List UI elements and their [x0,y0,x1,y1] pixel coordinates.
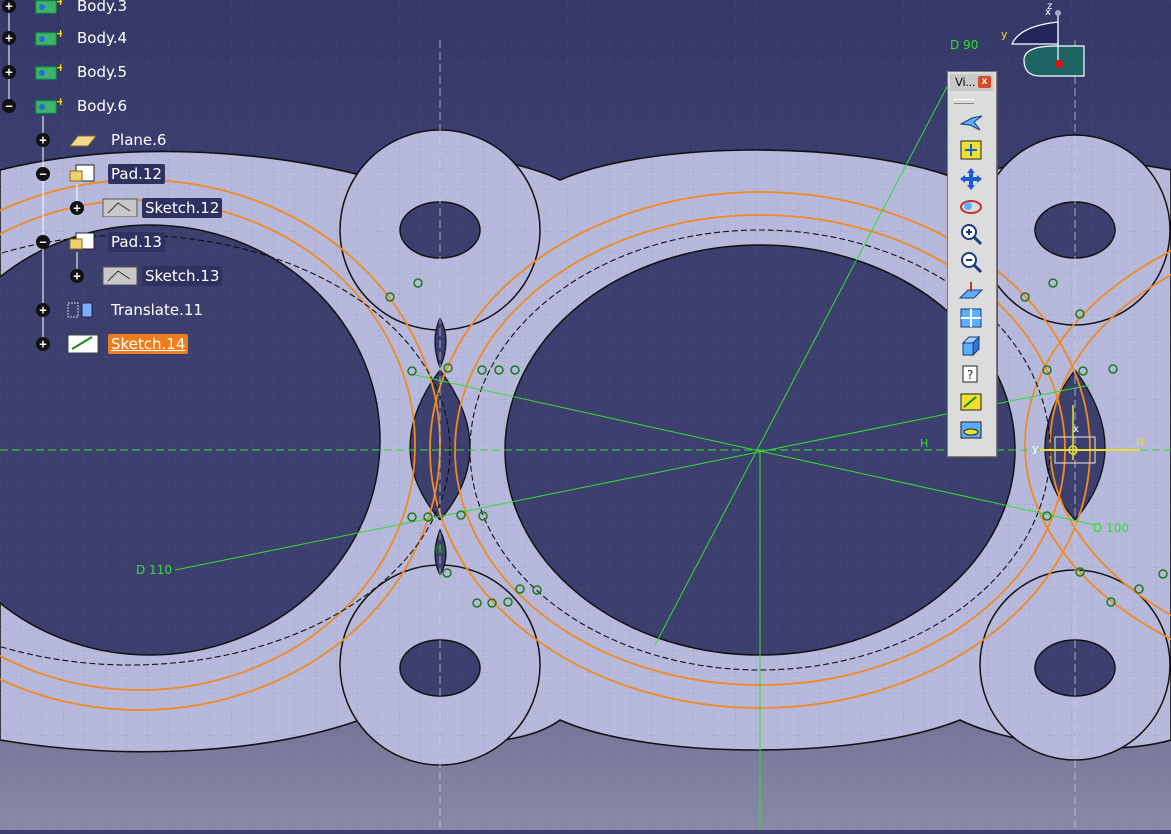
axis-label-y: y [1032,442,1039,455]
sketch-icon [67,334,99,353]
svg-text:?: ? [967,368,973,382]
zoom-in-icon[interactable] [958,222,984,246]
dimension-d100[interactable]: D 100 [1093,521,1129,535]
tree-item-label[interactable]: Pad.12 [108,164,165,184]
sketch-icon [102,266,138,285]
tree-item-label[interactable]: Sketch.12 [142,198,223,218]
view-toolbar[interactable]: Vi... x ? [947,71,997,457]
close-icon[interactable]: x [978,76,991,88]
toolbar-titlebar[interactable]: Vi... x [950,74,993,91]
expand-icon[interactable]: + [2,65,16,79]
axis-label-x: x [1073,424,1079,435]
expand-icon[interactable]: + [70,269,84,283]
pad-icon [69,232,95,250]
compass-y-label: y [1001,28,1008,41]
pan-icon[interactable] [958,166,984,190]
tree-item-label[interactable]: Pad.13 [108,232,165,252]
compass-widget[interactable]: z x y [1000,0,1100,80]
dimension-d90[interactable]: D 90 [950,38,978,52]
collapse-icon[interactable]: − [36,235,50,249]
isometric-view-icon[interactable] [958,334,984,358]
sketch-icon [102,198,138,217]
constraint-h-left[interactable]: H [920,437,928,450]
expand-icon[interactable]: + [36,337,50,351]
tree-item-label[interactable]: Translate.11 [108,300,206,320]
tree-item-label[interactable]: Body.4 [74,28,130,48]
body-icon: + [35,96,62,114]
body-icon: + [35,62,62,80]
toolbar-title: Vi... [955,75,976,89]
rotate-icon[interactable] [958,194,984,218]
svg-text:+: + [56,0,62,8]
plane-icon [68,135,96,147]
zoom-out-icon[interactable] [958,250,984,274]
hide-show-icon[interactable] [958,390,984,414]
dimension-d110[interactable]: D 110 [136,563,172,577]
multi-view-icon[interactable] [958,306,984,330]
pad-icon [69,164,95,182]
normal-view-icon[interactable] [958,278,984,302]
expand-icon[interactable]: + [36,303,50,317]
tree-item-label[interactable]: Body.5 [74,62,130,82]
body-icon: + [35,0,62,14]
swap-visible-space-icon[interactable] [958,418,984,442]
expand-icon[interactable]: + [36,133,50,147]
body-icon: + [35,28,62,46]
constraint-h-right[interactable]: H [1136,436,1144,449]
specification-tree: + + Body.3 + + Body.4 + + Body.5 − + Bod… [0,0,240,360]
expand-icon[interactable]: + [70,201,84,215]
svg-text:+: + [56,62,62,74]
render-style-icon[interactable]: ? [958,362,984,386]
tree-item-label[interactable]: Plane.6 [108,130,169,150]
svg-text:+: + [56,96,62,108]
collapse-icon[interactable]: − [36,167,50,181]
tree-item-label[interactable]: Sketch.13 [142,266,223,286]
tree-item-label[interactable]: Body.3 [74,0,130,16]
compass-x-label: x [1045,7,1051,18]
toolbar-grip[interactable] [954,99,974,104]
translate-icon [67,302,93,318]
collapse-icon[interactable]: − [2,99,16,113]
fit-all-in-icon[interactable] [958,138,984,162]
tree-item-label[interactable]: Sketch.14 [108,334,189,354]
svg-text:+: + [56,28,62,40]
fly-mode-icon[interactable] [958,110,984,134]
expand-icon[interactable]: + [2,31,16,45]
tree-item-label[interactable]: Body.6 [74,96,130,116]
